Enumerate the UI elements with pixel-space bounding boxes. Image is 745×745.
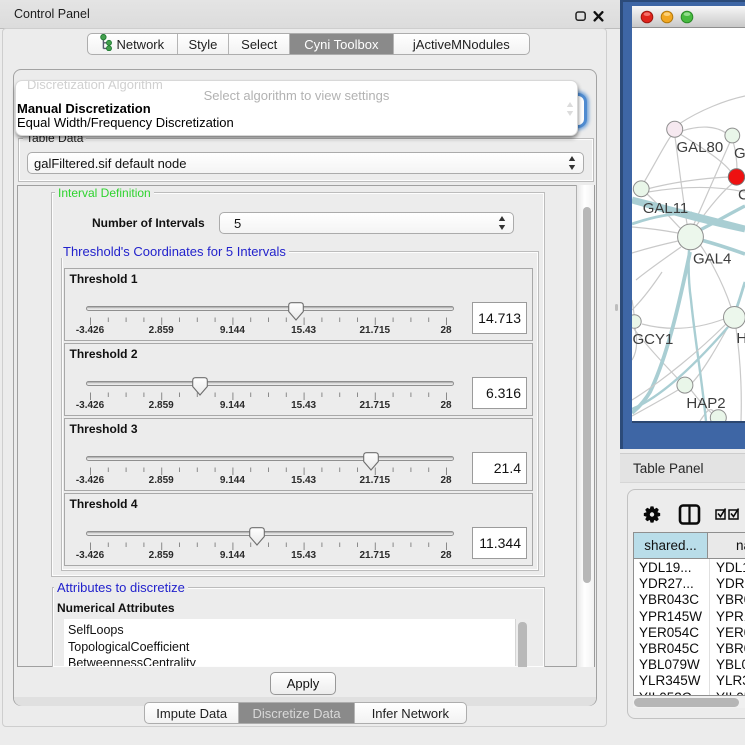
svg-text:G.: G. xyxy=(734,145,745,162)
svg-text:HAP2: HAP2 xyxy=(686,395,725,412)
svg-text:H: H xyxy=(736,330,745,347)
svg-text:GAL11: GAL11 xyxy=(643,200,689,217)
svg-text:C: C xyxy=(738,187,745,204)
svg-text:GAL80: GAL80 xyxy=(677,139,724,156)
svg-text:GCY1: GCY1 xyxy=(633,331,674,348)
svg-text:GAL4: GAL4 xyxy=(693,251,731,268)
